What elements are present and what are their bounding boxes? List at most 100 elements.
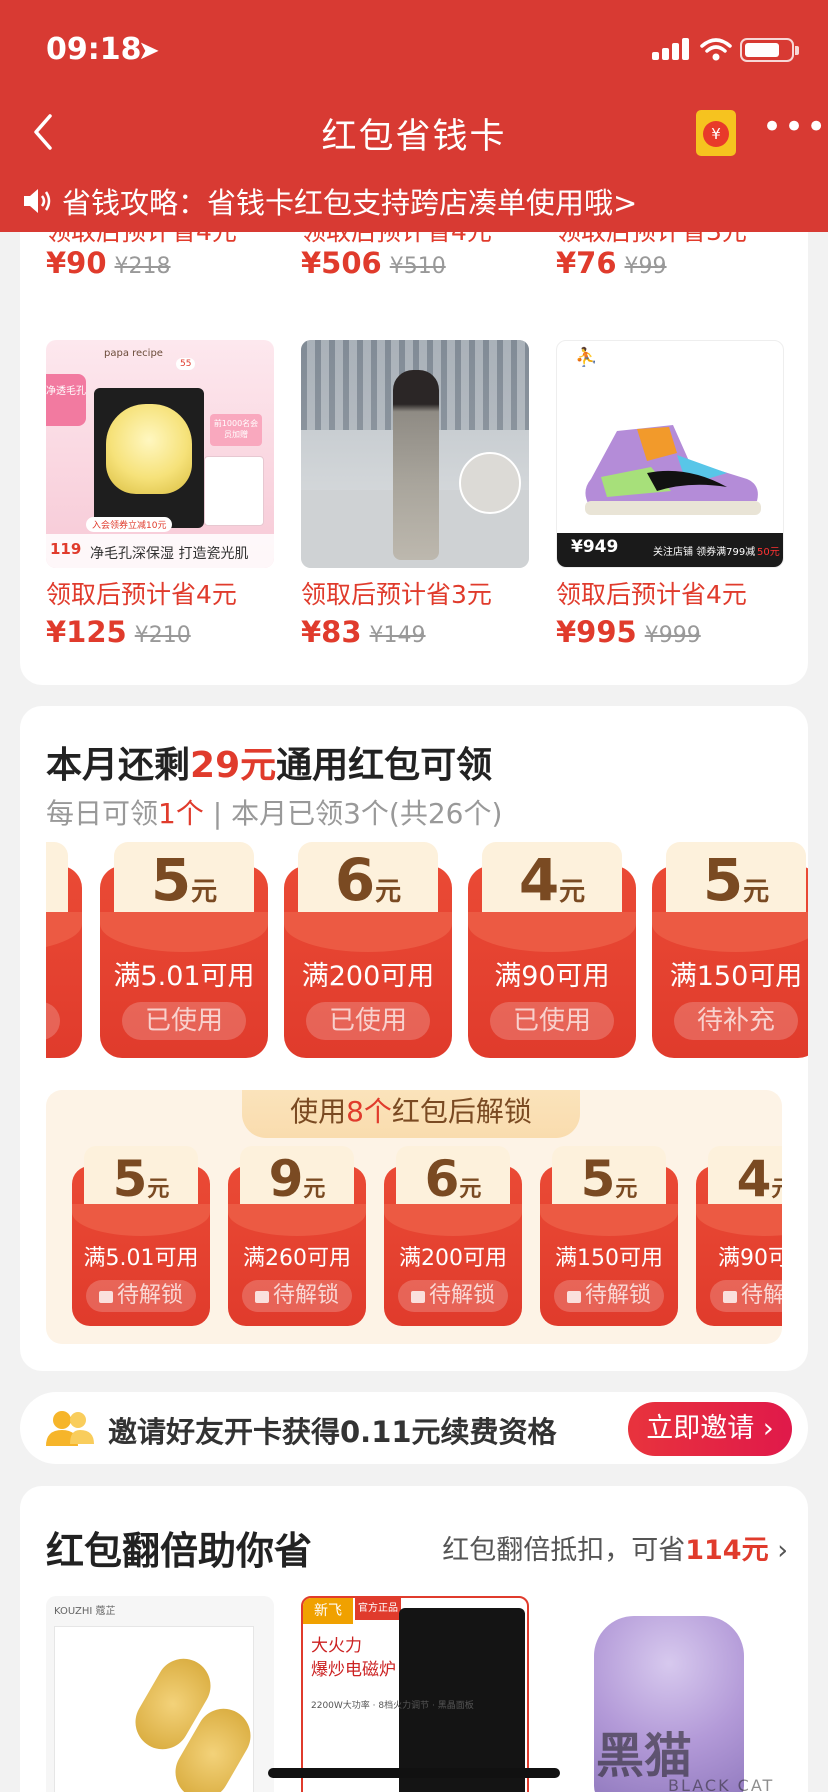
banner-suffix: 红包后解锁	[391, 1095, 532, 1128]
partial-price[interactable]: ¥506 ¥510	[301, 246, 446, 280]
more-icon[interactable]: •••	[762, 110, 828, 144]
double-section-link[interactable]: 红包翻倍抵扣，可省114元 ›	[442, 1528, 788, 1567]
status-time: 09:18	[46, 32, 142, 67]
price-value: ¥125	[46, 615, 127, 649]
watermark-en: BLACK CAT	[668, 1776, 775, 1792]
envelope-status: 待解锁	[86, 1280, 196, 1312]
image-strip: ¥949 关注店铺 领券满799减 50元	[557, 533, 783, 567]
locked-envelope[interactable]: 5元 满5.01可用 待解锁	[72, 1146, 210, 1326]
image-badge: 官方正品	[355, 1598, 401, 1620]
product-image-sneaker[interactable]: ⛹ ¥949 关注店铺 领券满799减 50元	[556, 340, 784, 568]
envelope-status: 已使用	[306, 1002, 430, 1040]
envelope-amount: 9元	[228, 1150, 366, 1208]
envelope-amount: 4元	[468, 846, 636, 914]
envelope-status: 待解锁	[242, 1280, 352, 1312]
banner-prefix: 使用	[290, 1095, 347, 1128]
invite-banner[interactable]: 邀请好友开卡获得0.11元续费资格 立即邀请 ›	[20, 1392, 808, 1464]
invite-now-button[interactable]: 立即邀请 ›	[628, 1402, 792, 1456]
amount-unit: 元	[459, 1177, 482, 1202]
double-section-title: 红包翻倍助你省	[46, 1529, 313, 1573]
image-price: 119	[50, 540, 82, 558]
red-envelope-coupon[interactable]: 5元 满5.01可用 已使用	[100, 842, 268, 1058]
red-packet-icon[interactable]: ¥	[696, 110, 736, 156]
amount-unit: 元	[375, 877, 402, 907]
image-caption: 关注店铺 领券满799减	[653, 547, 756, 558]
sub-suffix: | 本月已领3个(共26个)	[203, 797, 503, 830]
envelope-condition: 用	[46, 954, 82, 993]
unlock-banner: 使用8个红包后解锁	[242, 1090, 580, 1138]
locked-envelope[interactable]: 9元 满260可用 待解锁	[228, 1146, 366, 1326]
original-price: ¥999	[644, 623, 701, 648]
image-tag: 净透毛孔	[46, 374, 86, 426]
slogan-line: 爆炒电磁炉	[311, 1660, 396, 1680]
product-saving: 领取后预计省4元	[556, 580, 747, 609]
partial-envelope[interactable]: 用	[46, 842, 82, 1058]
image-logo: 新飞	[303, 1598, 353, 1624]
product-image-bath-salt[interactable]: 黑猫 BLACK CAT	[556, 1596, 784, 1792]
locked-envelope[interactable]: 5元 满150可用 待解锁	[540, 1146, 678, 1326]
product-price[interactable]: ¥83 ¥149	[301, 615, 426, 649]
envelope-amount: 5元	[540, 1150, 678, 1208]
envelope-condition: 满260可用	[243, 1246, 351, 1271]
envelope-amount: 6元	[384, 1150, 522, 1208]
envelope-status: 待解锁	[710, 1280, 782, 1312]
image-member: 前1000名会员加赠	[210, 414, 262, 446]
partial-price[interactable]: ¥90 ¥218	[46, 246, 171, 280]
product-saving: 领取后预计省3元	[301, 580, 492, 609]
slogan-line: 大火力	[311, 1636, 362, 1656]
amount-unit: 元	[303, 1177, 326, 1202]
original-price: ¥149	[369, 623, 426, 648]
envelope-condition: 满5.01可用	[113, 961, 255, 992]
battery-icon	[740, 38, 799, 62]
locked-envelope[interactable]: 6元 满200可用 待解锁	[384, 1146, 522, 1326]
envelope-amount: 5元	[100, 846, 268, 914]
partial-price[interactable]: ¥76 ¥99	[556, 246, 667, 280]
envelope-amount: 5元	[72, 1150, 210, 1208]
lock-icon	[98, 1291, 113, 1303]
product-image-eye-mask[interactable]: KOUZHI 蔻芷	[46, 1596, 274, 1792]
product-image-mask[interactable]: papa recipe 55 净透毛孔 前1000名会员加赠 入会领券立减10元…	[46, 340, 274, 568]
locked-envelope[interactable]: 4元 满90可用 待解锁	[696, 1146, 782, 1326]
mask-sheet	[106, 404, 192, 494]
home-indicator[interactable]	[268, 1768, 560, 1778]
jumpman-logo-icon: ⛹	[575, 347, 598, 368]
price-value: ¥90	[46, 246, 107, 280]
product-image-pants[interactable]	[301, 340, 529, 568]
lock-icon	[722, 1291, 737, 1303]
envelope-status: 已使用	[122, 1002, 246, 1040]
envelope-condition: 满200可用	[301, 961, 435, 992]
red-envelope-coupon[interactable]: 5元 满150可用 待补充	[652, 842, 808, 1058]
title-amount: 29元	[190, 745, 277, 786]
coupon-section-subtitle: 每日可领1个 | 本月已领3个(共26个)	[46, 792, 502, 832]
amount-unit: 元	[743, 877, 770, 907]
product-price[interactable]: ¥995 ¥999	[556, 615, 701, 649]
product-image-induction-cooker[interactable]: 新飞 官方正品 大火力 爆炒电磁炉 2200W大功率 · 8档火力调节 · 黑晶面…	[301, 1596, 529, 1792]
envelope-condition: 满90可用	[718, 1246, 782, 1271]
price-value: ¥76	[556, 246, 617, 280]
image-strip: 119 净毛孔深保湿 打造瓷光肌	[46, 534, 274, 568]
wifi-icon	[700, 38, 732, 61]
product-card: 领取后预计省4元 领取后预计省4元 领取后预计省3元 ¥90¥218 ¥506¥…	[20, 190, 808, 685]
envelope-amount: 6元	[284, 846, 452, 914]
amount-unit: 元	[147, 1177, 170, 1202]
image-slogan: 大火力 爆炒电磁炉	[311, 1634, 396, 1682]
product-price[interactable]: ¥125 ¥210	[46, 615, 191, 649]
lock-icon	[254, 1291, 269, 1303]
notice-text: 省钱攻略：省钱卡红包支持跨店凑单使用哦>	[62, 186, 638, 220]
red-envelope-coupon[interactable]: 4元 满90可用 已使用	[468, 842, 636, 1058]
speaker-icon	[24, 189, 51, 213]
envelope-condition: 满5.01可用	[83, 1246, 199, 1271]
nav-bar: 红包省钱卡 ¥ •••	[0, 100, 828, 164]
image-brand: papa recipe	[104, 348, 163, 359]
title-prefix: 本月还剩	[46, 745, 191, 786]
sub-daily: 1个	[158, 797, 204, 830]
envelope-status: 待解锁	[554, 1280, 664, 1312]
envelope-condition: 满200可用	[399, 1246, 507, 1271]
amount-number: 5	[702, 846, 744, 914]
red-envelope-coupon[interactable]: 6元 满200可用 已使用	[284, 842, 452, 1058]
image-coupon: 入会领券立减10元	[86, 517, 173, 532]
amount-number: 9	[268, 1150, 304, 1208]
original-price: ¥218	[114, 254, 171, 279]
status-text: 待解锁	[272, 1283, 339, 1308]
link-prefix: 红包翻倍抵扣，可省	[442, 1535, 686, 1566]
